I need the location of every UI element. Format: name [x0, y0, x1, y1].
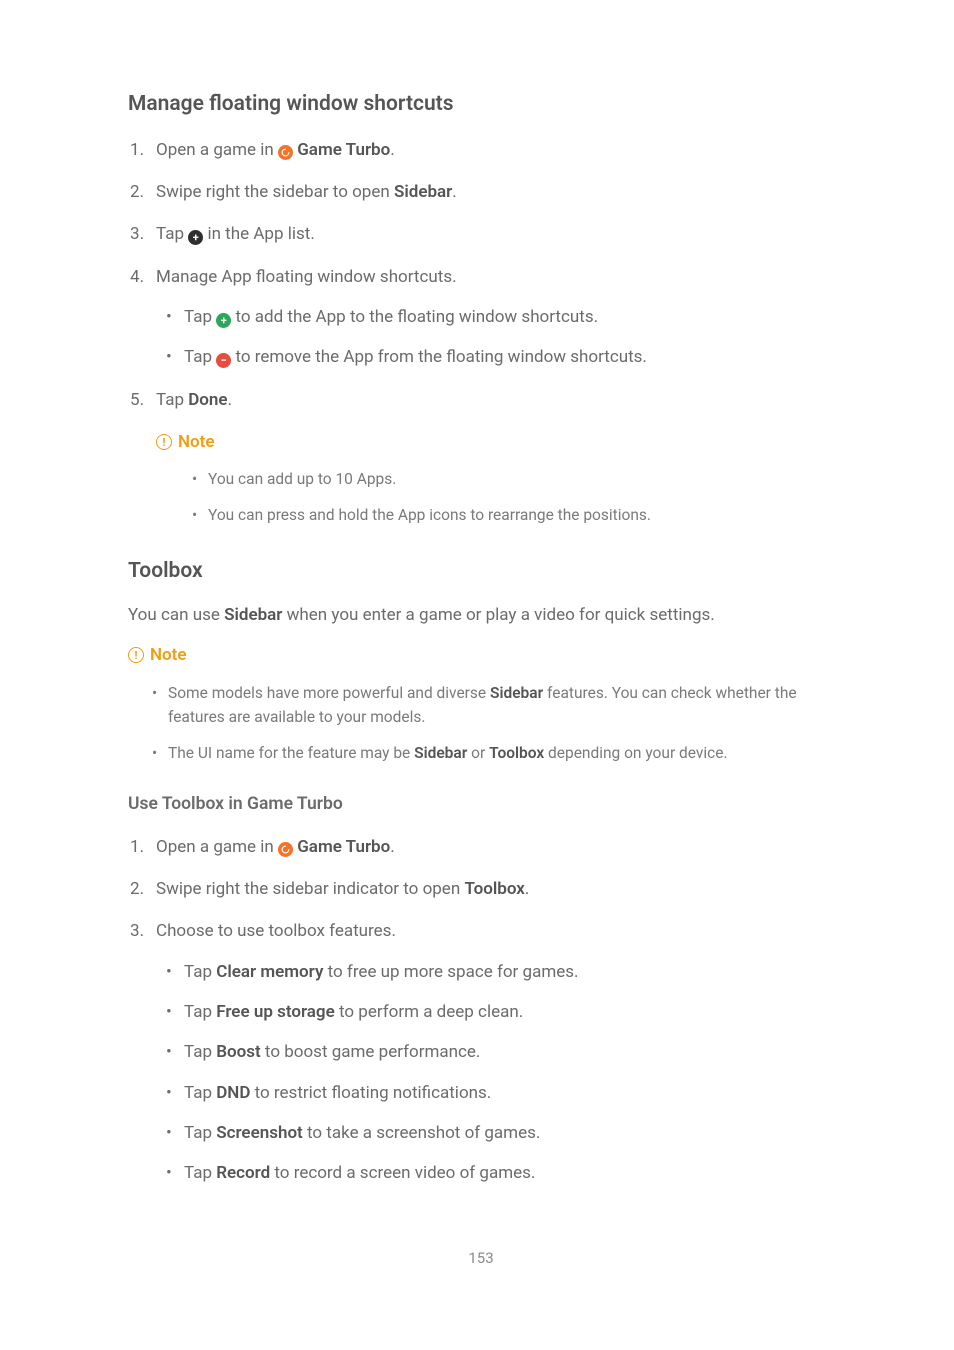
note-block: ! Note You can add up to 10 Apps. You ca…: [156, 429, 834, 527]
step-text: Tap: [156, 224, 188, 244]
minus-red-icon: −: [216, 353, 231, 368]
step-strong: Game Turbo: [297, 837, 390, 857]
note-text: The UI name for the feature may be: [168, 744, 414, 762]
intro-text: You can use: [128, 605, 224, 625]
substep-text: Tap: [184, 347, 216, 367]
plus-dark-icon: +: [188, 230, 203, 245]
step-item: Swipe right the sidebar indicator to ope…: [128, 876, 834, 902]
info-icon: !: [128, 647, 144, 663]
t: to boost game performance.: [261, 1042, 481, 1062]
t: to free up more space for games.: [323, 962, 578, 982]
note-item: You can add up to 10 Apps.: [156, 467, 834, 491]
step-text: .: [452, 182, 456, 202]
step-item: Manage App floating window shortcuts. Ta…: [128, 264, 834, 371]
note-label: Note: [178, 429, 215, 455]
b: Free up storage: [216, 1002, 335, 1022]
game-turbo-icon: [278, 842, 293, 857]
step-text: Open a game in: [156, 140, 278, 160]
substep-item: Tap Screenshot to take a screenshot of g…: [156, 1120, 834, 1146]
steps-list-1: Open a game in Game Turbo. Swipe right t…: [128, 137, 834, 413]
step-item: Swipe right the sidebar to open Sidebar.: [128, 179, 834, 205]
step-text: Tap: [156, 390, 188, 410]
note-item: You can press and hold the App icons to …: [156, 503, 834, 527]
substep-item: Tap Clear memory to free up more space f…: [156, 959, 834, 985]
t: to restrict floating notifications.: [250, 1083, 491, 1103]
t: to take a screenshot of games.: [303, 1123, 541, 1143]
heading-use-toolbox: Use Toolbox in Game Turbo: [128, 791, 834, 818]
t: Tap: [184, 1002, 216, 1022]
step-item: Open a game in Game Turbo.: [128, 137, 834, 163]
step-strong: Toolbox: [464, 879, 524, 899]
step-strong: Game Turbo: [297, 140, 390, 160]
step-strong: Done: [188, 390, 227, 410]
note-heading: ! Note: [128, 642, 834, 668]
plus-green-icon: +: [216, 313, 231, 328]
substep-item: Tap Free up storage to perform a deep cl…: [156, 999, 834, 1025]
step-text: .: [228, 390, 232, 410]
step-text: .: [525, 879, 529, 899]
heading-manage-shortcuts: Manage floating window shortcuts: [128, 88, 834, 121]
heading-toolbox: Toolbox: [128, 555, 834, 588]
note-heading: ! Note: [156, 429, 834, 455]
b: Clear memory: [216, 962, 323, 982]
note-strong: Toolbox: [489, 744, 544, 762]
substep-item: Tap Boost to boost game performance.: [156, 1039, 834, 1065]
step-text: .: [390, 140, 394, 160]
page-number: 153: [128, 1247, 834, 1270]
note-text: or: [467, 744, 489, 762]
steps-list-2: Open a game in Game Turbo. Swipe right t…: [128, 834, 834, 1187]
note-label: Note: [150, 642, 187, 668]
t: Tap: [184, 1042, 216, 1062]
note-item: Some models have more powerful and diver…: [128, 681, 834, 729]
b: DND: [216, 1083, 250, 1103]
note-items: Some models have more powerful and diver…: [128, 681, 834, 765]
step-text: Choose to use toolbox features.: [156, 921, 396, 941]
step-item: Choose to use toolbox features. Tap Clea…: [128, 918, 834, 1186]
b: Boost: [216, 1042, 260, 1062]
substeps: Tap + to add the App to the floating win…: [156, 304, 834, 371]
step-item: Open a game in Game Turbo.: [128, 834, 834, 860]
t: Tap: [184, 962, 216, 982]
substep-item: Tap − to remove the App from the floatin…: [156, 344, 834, 370]
t: Tap: [184, 1123, 216, 1143]
substep-item: Tap DND to restrict floating notificatio…: [156, 1080, 834, 1106]
note-text: Some models have more powerful and diver…: [168, 684, 490, 702]
substep-item: Tap Record to record a screen video of g…: [156, 1160, 834, 1186]
b: Screenshot: [216, 1123, 303, 1143]
step-item: Tap Done.: [128, 387, 834, 413]
step-text: Open a game in: [156, 837, 278, 857]
note-text: depending on your device.: [544, 744, 727, 762]
note-block: ! Note Some models have more powerful an…: [128, 642, 834, 764]
t: Tap: [184, 1083, 216, 1103]
game-turbo-icon: [278, 145, 293, 160]
b: Record: [216, 1163, 270, 1183]
substep-item: Tap + to add the App to the floating win…: [156, 304, 834, 330]
note-item: The UI name for the feature may be Sideb…: [128, 741, 834, 765]
step-text: Manage App floating window shortcuts.: [156, 267, 457, 287]
step-strong: Sidebar: [394, 182, 452, 202]
t: to perform a deep clean.: [335, 1002, 523, 1022]
step-text: .: [390, 837, 394, 857]
note-items: You can add up to 10 Apps. You can press…: [156, 467, 834, 527]
note-strong: Sidebar: [414, 744, 467, 762]
intro-text: when you enter a game or play a video fo…: [282, 605, 714, 625]
info-icon: !: [156, 434, 172, 450]
substep-text: to remove the App from the floating wind…: [235, 347, 646, 367]
substeps: Tap Clear memory to free up more space f…: [156, 959, 834, 1187]
step-text: in the App list.: [207, 224, 314, 244]
step-text: Swipe right the sidebar to open: [156, 182, 394, 202]
intro-strong: Sidebar: [224, 605, 282, 625]
toolbox-intro: You can use Sidebar when you enter a gam…: [128, 602, 834, 628]
t: Tap: [184, 1163, 216, 1183]
step-text: Swipe right the sidebar indicator to ope…: [156, 879, 464, 899]
substep-text: to add the App to the floating window sh…: [235, 307, 598, 327]
substep-text: Tap: [184, 307, 216, 327]
t: to record a screen video of games.: [270, 1163, 535, 1183]
note-strong: Sidebar: [490, 684, 543, 702]
step-item: Tap + in the App list.: [128, 221, 834, 247]
